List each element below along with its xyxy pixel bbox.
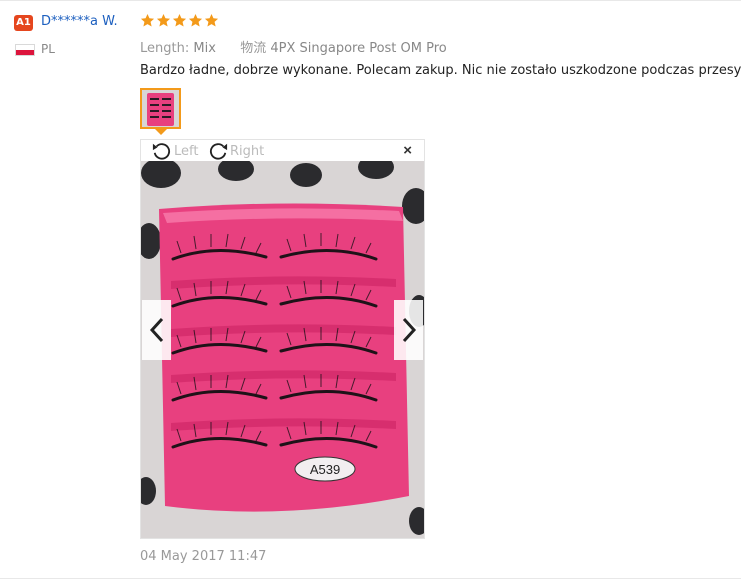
star-icon	[156, 13, 171, 27]
star-icon	[204, 13, 219, 27]
length-value: Mix	[193, 41, 216, 56]
chevron-left-icon	[149, 317, 163, 343]
rotate-left-label: Left	[174, 143, 199, 159]
close-icon[interactable]: ×	[403, 143, 412, 158]
top-divider	[0, 0, 741, 1]
rotate-right-label: Right	[230, 143, 265, 159]
bottom-divider	[0, 578, 741, 579]
rotate-right-button[interactable]: Right	[207, 141, 264, 161]
photo-thumbnail[interactable]	[140, 88, 181, 129]
rotate-left-icon	[152, 143, 171, 160]
reviewer-country: PL	[41, 42, 55, 56]
star-icon	[172, 13, 187, 27]
next-photo-button[interactable]	[394, 300, 423, 360]
rating-stars	[140, 13, 219, 28]
buyer-level-badge: A1	[14, 15, 33, 31]
rotate-right-icon	[209, 143, 228, 160]
review-text: Bardzo ładne, dobrze wykonane. Polecam z…	[140, 63, 741, 78]
shipping-value: 4PX Singapore Post OM Pro	[270, 41, 447, 56]
viewer-toolbar: Left Right ×	[141, 140, 424, 161]
photo-label: A539	[310, 462, 340, 477]
review-photo: A539	[141, 161, 424, 538]
length-label: Length:	[140, 41, 190, 56]
rotate-left-button[interactable]: Left	[151, 141, 198, 161]
photo-viewer: Left Right × A539	[140, 139, 425, 539]
previous-photo-button[interactable]	[142, 300, 171, 360]
shipping-label: 物流	[240, 41, 267, 56]
star-icon	[140, 13, 155, 27]
review-timestamp: 04 May 2017 11:47	[140, 549, 267, 564]
poland-flag-icon	[15, 44, 35, 56]
order-meta: Length: Mix 物流 4PX Singapore Post OM Pro	[140, 37, 447, 56]
reviewer-name: D******a W.	[41, 14, 118, 29]
chevron-right-icon	[402, 317, 416, 343]
thumbnail-caret	[155, 129, 167, 135]
star-icon	[188, 13, 203, 27]
